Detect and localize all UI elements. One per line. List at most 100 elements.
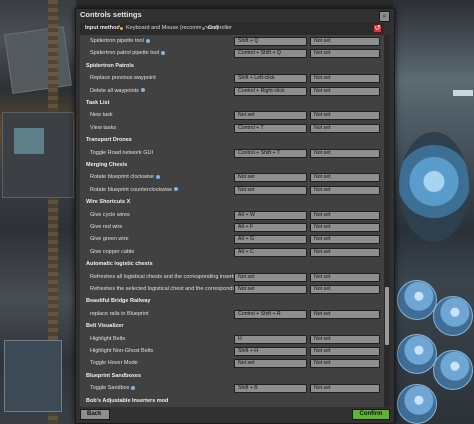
- alternative-keybind-button[interactable]: Not set: [310, 123, 380, 133]
- primary-keybind-button[interactable]: Shift + B: [234, 384, 307, 394]
- input-method-bar: Input method Keyboard and Mouse (recomme…: [80, 23, 384, 35]
- alternative-keybind-button[interactable]: Not set: [310, 359, 380, 369]
- control-label-text: Give red wire: [90, 224, 123, 230]
- control-row: Replace previous waypoint Shift + Left-cl…: [80, 72, 384, 84]
- control-label-text: Toggle Hover Mode: [90, 360, 138, 367]
- reactor-sprite: [399, 132, 469, 242]
- primary-keybind-button[interactable]: Not set: [234, 185, 307, 195]
- back-button[interactable]: Back: [80, 409, 110, 420]
- radar-dish-sprite: [433, 350, 473, 390]
- alternative-keybind-button[interactable]: Not set: [310, 235, 380, 245]
- info-icon: [131, 385, 136, 390]
- section-header: Bob's Adjustable Inserters mod: [86, 397, 169, 404]
- reset-icon[interactable]: ↺: [373, 24, 382, 33]
- alternative-keybind-button[interactable]: Not set: [310, 111, 380, 121]
- radio-keyboard-mouse[interactable]: [119, 26, 124, 31]
- radar-dish-sprite: [433, 296, 473, 336]
- radar-dish-sprite: [397, 334, 437, 374]
- control-label-text: Rotate blueprint counterclockwise: [90, 186, 173, 193]
- primary-keybind-button[interactable]: Alt + G: [234, 235, 307, 245]
- section-header: Spidertron Patrols: [86, 62, 134, 69]
- control-label-text: Highlight Belts: [90, 335, 126, 342]
- control-label: Give copper cable: [90, 246, 134, 258]
- primary-keybind-button[interactable]: Shift + Left-click: [234, 74, 307, 84]
- primary-keybind-button[interactable]: Shift + H: [234, 347, 307, 356]
- info-icon: [161, 50, 166, 55]
- info-icon: [155, 174, 160, 179]
- scrollbar[interactable]: [384, 35, 390, 415]
- control-label: Refreshes all logistical chests and the …: [90, 271, 248, 283]
- alternative-keybind-button[interactable]: Not set: [310, 210, 380, 220]
- control-label-text: Give copper cable: [90, 248, 135, 255]
- radio-controller-label[interactable]: Controller: [208, 25, 232, 31]
- primary-keybind-button[interactable]: Not set: [234, 285, 307, 294]
- control-label: Rotate blueprint counterclockwise: [90, 184, 179, 196]
- control-row: View tasks Control + T Not set: [80, 122, 384, 134]
- control-row: Toggle Hover Mode Not set Not set: [80, 357, 384, 369]
- primary-keybind-button[interactable]: Control + Shift + T: [234, 148, 307, 158]
- primary-keybind-button[interactable]: Control + T: [234, 123, 307, 133]
- control-label: Toggle Hover Mode: [90, 357, 138, 369]
- primary-keybind-button[interactable]: Alt + C: [234, 247, 307, 257]
- control-row: Toggle Sandbox Shift + B Not set: [80, 382, 384, 394]
- alternative-keybind-button[interactable]: Not set: [310, 384, 380, 394]
- section-header: Blueprint Sandboxes: [86, 372, 142, 379]
- primary-keybind-button[interactable]: Alt + F: [234, 223, 307, 232]
- search-icon[interactable]: ⌕: [379, 11, 390, 22]
- game-background-left: [0, 0, 76, 424]
- title-bar[interactable]: Controls settings ⌕: [76, 9, 394, 23]
- primary-keybind-button[interactable]: Not set: [234, 272, 307, 282]
- screen-sprite: [14, 128, 44, 154]
- window-title: Controls settings: [80, 10, 142, 19]
- control-label-text: Highlight Non-Ghost Belts: [90, 348, 154, 354]
- primary-keybind-button[interactable]: Alt + W: [234, 210, 307, 220]
- footer-bar: Back Confirm: [76, 407, 394, 423]
- primary-keybind-button[interactable]: Not set: [234, 173, 307, 183]
- alternative-keybind-button[interactable]: Not set: [310, 285, 380, 294]
- primary-keybind-button[interactable]: Control + Shift + R: [234, 309, 307, 319]
- primary-keybind-button[interactable]: Control + Shift + Q: [234, 49, 307, 59]
- scrollbar-thumb[interactable]: [385, 287, 389, 345]
- control-label-text: replace rails in Blueprint: [90, 310, 149, 317]
- primary-keybind-button[interactable]: Not set: [234, 111, 307, 121]
- alternative-keybind-button[interactable]: Not set: [310, 37, 380, 46]
- control-label: replace rails in Blueprint: [90, 308, 149, 320]
- alternative-keybind-button[interactable]: Not set: [310, 86, 380, 96]
- control-label-text: Rotate blueprint clockwise: [90, 174, 154, 181]
- info-icon: [174, 187, 179, 192]
- control-row: Highlight Non-Ghost Belts Shift + H Not se…: [80, 345, 384, 357]
- controls-settings-window: Controls settings ⌕ Input method Keyboar…: [75, 8, 395, 424]
- alternative-keybind-button[interactable]: Not set: [310, 74, 380, 84]
- primary-keybind-button[interactable]: Control + Right-click: [234, 86, 307, 96]
- primary-keybind-button[interactable]: Not set: [234, 359, 307, 369]
- control-row: Toggle Road network GUI Control + Shift +…: [80, 147, 384, 159]
- control-row: Rotate blueprint clockwise Not set Not set: [80, 171, 384, 183]
- control-label-text: Toggle Sandbox: [90, 385, 130, 392]
- control-row: Spidertron patrol pipette tool Control + …: [80, 47, 384, 59]
- alternative-keybind-button[interactable]: Not set: [310, 185, 380, 195]
- radar-dish-sprite: [397, 384, 437, 424]
- control-label: Toggle Sandbox: [90, 382, 136, 394]
- control-row: Rotate blueprint counterclockwise Not set…: [80, 184, 384, 196]
- control-label-text: Give green wire: [90, 236, 129, 243]
- alternative-keybind-button[interactable]: Not set: [310, 49, 380, 59]
- alternative-keybind-button[interactable]: Not set: [310, 148, 380, 158]
- control-row: Spidertron pipette tool Shift + Q Not set: [80, 35, 384, 47]
- radio-controller[interactable]: [201, 26, 206, 31]
- radar-dish-sprite: [397, 280, 437, 320]
- control-row: New task Not set Not set: [80, 109, 384, 121]
- primary-keybind-button[interactable]: Shift + Q: [234, 37, 307, 46]
- primary-keybind-button[interactable]: H: [234, 334, 307, 344]
- alternative-keybind-button[interactable]: Not set: [310, 309, 380, 319]
- alternative-keybind-button[interactable]: Not set: [310, 223, 380, 232]
- control-label: Toggle Road network GUI: [90, 147, 153, 159]
- alternative-keybind-button[interactable]: Not set: [310, 347, 380, 356]
- control-row: Refreshes all logistical chests and the …: [80, 271, 384, 283]
- alternative-keybind-button[interactable]: Not set: [310, 334, 380, 344]
- input-method-label: Input method: [85, 25, 120, 31]
- alternative-keybind-button[interactable]: Not set: [310, 247, 380, 257]
- alternative-keybind-button[interactable]: Not set: [310, 272, 380, 282]
- control-label: Replace previous waypoint: [90, 72, 156, 84]
- confirm-button[interactable]: Confirm: [352, 409, 390, 420]
- alternative-keybind-button[interactable]: Not set: [310, 173, 380, 183]
